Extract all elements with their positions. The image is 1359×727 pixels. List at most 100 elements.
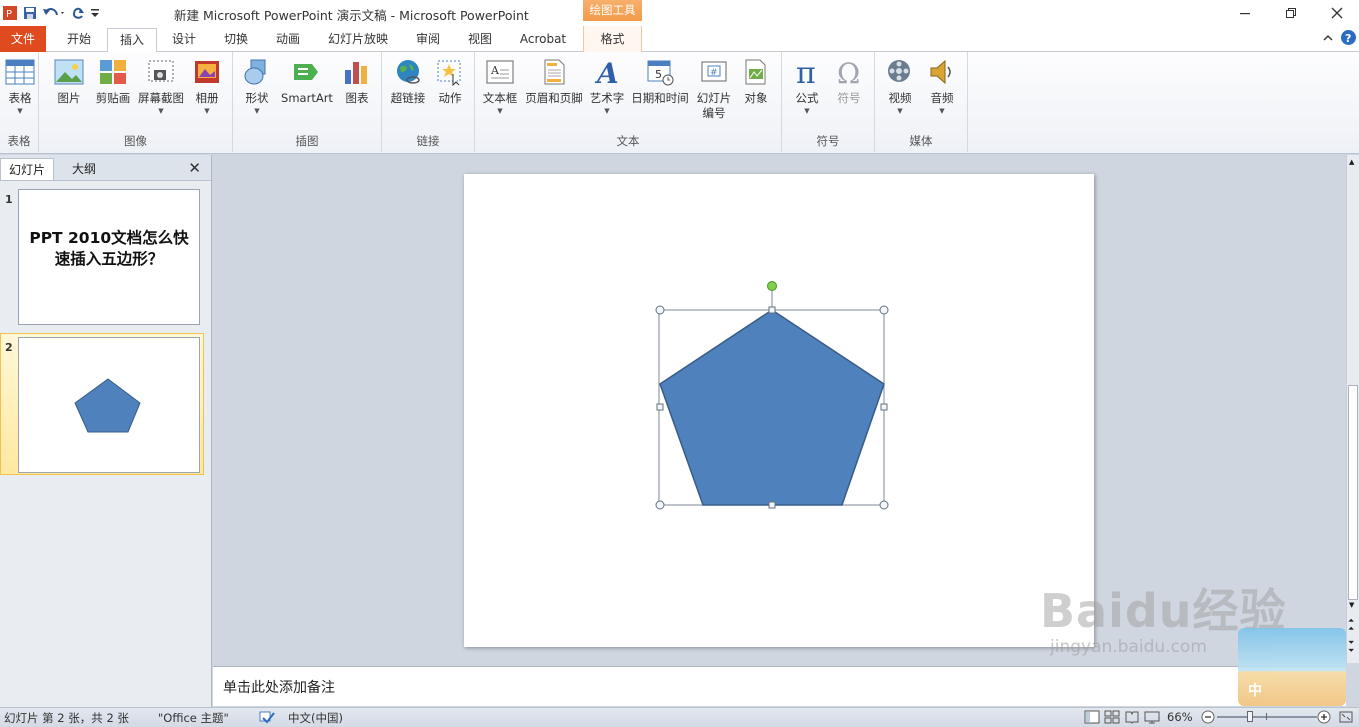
- tab-home[interactable]: 开始: [56, 28, 102, 52]
- slides-panel-tabs: 幻灯片 大纲 ✕: [0, 155, 211, 181]
- hyperlink-button[interactable]: 超链接: [386, 56, 430, 106]
- tab-animations[interactable]: 动画: [266, 28, 310, 52]
- slideshow-view-icon[interactable]: [1144, 710, 1160, 727]
- slide-sorter-icon[interactable]: [1104, 710, 1120, 727]
- vertical-scrollbar[interactable]: ▲ ▼ ⏶ ⏶ ⏷ ⏷: [1346, 155, 1359, 663]
- language-status[interactable]: 中文(中国): [288, 710, 343, 726]
- textbox-icon: A: [484, 56, 516, 88]
- spell-check-icon[interactable]: [258, 710, 276, 727]
- picture-icon: [53, 56, 85, 88]
- scroll-down-icon[interactable]: ▼: [1349, 601, 1354, 609]
- tab-format[interactable]: 格式: [583, 26, 642, 52]
- group-links: 超链接 动作 链接: [382, 52, 475, 152]
- notes-pane[interactable]: 单击此处添加备注: [213, 666, 1346, 706]
- tab-transitions[interactable]: 切换: [214, 28, 258, 52]
- zoom-level[interactable]: 66%: [1167, 710, 1193, 724]
- header-footer-icon: [538, 56, 570, 88]
- group-label-symbols: 符号: [816, 134, 840, 148]
- ime-skin-badge: 中: [1238, 628, 1346, 706]
- object-button[interactable]: 对象: [737, 56, 775, 106]
- shapes-button[interactable]: 形状 ▼: [239, 56, 275, 116]
- theme-status[interactable]: "Office 主题": [158, 710, 229, 726]
- tab-design[interactable]: 设计: [162, 28, 206, 52]
- tab-view[interactable]: 视图: [458, 28, 502, 52]
- ribbon-insert: 表格 ▼ 表格 图片 剪贴画 屏幕截图 ▼ 相册 ▼ 图像 形状 ▼ Smart…: [0, 52, 1359, 154]
- calendar-icon: 5: [644, 56, 676, 88]
- normal-view-icon[interactable]: [1084, 710, 1100, 727]
- action-button[interactable]: 动作: [432, 56, 468, 106]
- help-icon[interactable]: ?: [1340, 29, 1357, 49]
- album-button[interactable]: 相册 ▼: [189, 56, 225, 116]
- zoom-in-icon[interactable]: [1317, 710, 1331, 727]
- symbol-button[interactable]: Ω 符号: [830, 56, 868, 106]
- picture-button[interactable]: 图片: [51, 56, 87, 106]
- tab-insert[interactable]: 插入: [107, 28, 157, 53]
- textbox-button[interactable]: A 文本框 ▼: [479, 56, 521, 116]
- omega-icon: Ω: [833, 56, 865, 88]
- pentagon-shape[interactable]: [659, 309, 885, 506]
- table-button[interactable]: 表格 ▼: [2, 56, 38, 116]
- smartart-icon: [291, 56, 323, 88]
- quick-access-toolbar: P: [0, 2, 102, 24]
- zoom-out-icon[interactable]: [1201, 710, 1215, 727]
- reading-view-icon[interactable]: [1124, 710, 1140, 727]
- resize-handle-bottom[interactable]: [768, 501, 776, 509]
- chart-button[interactable]: 图表: [339, 56, 375, 106]
- datetime-button[interactable]: 5 日期和时间: [629, 56, 691, 106]
- resize-handle-bottom-right[interactable]: [879, 500, 889, 510]
- resize-handle-top[interactable]: [768, 306, 776, 314]
- close-icon[interactable]: [1322, 2, 1352, 24]
- slides-panel: 幻灯片 大纲 ✕ 1 PPT 2010文档怎么快 速插入五边形？ 2: [0, 155, 212, 707]
- scroll-up-icon[interactable]: ▲: [1349, 158, 1354, 166]
- slide-thumbnail-1[interactable]: PPT 2010文档怎么快 速插入五边形？: [18, 189, 200, 325]
- equation-button[interactable]: π 公式 ▼: [788, 56, 826, 116]
- screenshot-button[interactable]: 屏幕截图 ▼: [135, 56, 187, 116]
- redo-icon[interactable]: [68, 3, 88, 23]
- slide-thumbnail-2[interactable]: [18, 337, 200, 473]
- ime-mode-indicator[interactable]: 中: [1248, 680, 1262, 700]
- slide-number-icon: #: [698, 56, 730, 88]
- previous-slide-icon[interactable]: ⏶ ⏶: [1348, 617, 1354, 633]
- group-label-images: 图像: [124, 134, 147, 148]
- zoom-slider-thumb[interactable]: [1247, 711, 1253, 722]
- resize-handle-right[interactable]: [880, 403, 888, 411]
- minimize-icon[interactable]: [1230, 2, 1260, 24]
- customize-icon[interactable]: [88, 3, 102, 23]
- audio-button[interactable]: 音频 ▼: [923, 56, 961, 116]
- slide-editor[interactable]: [464, 174, 1094, 647]
- resize-handle-left[interactable]: [656, 403, 664, 411]
- svg-text:A: A: [594, 58, 619, 86]
- rotation-handle[interactable]: [767, 281, 777, 291]
- fit-to-window-icon[interactable]: [1338, 710, 1354, 727]
- powerpoint-logo-icon[interactable]: P: [0, 3, 20, 23]
- slide-number-button[interactable]: # 幻灯片 编号: [693, 56, 735, 121]
- tab-acrobat[interactable]: Acrobat: [510, 28, 576, 52]
- tab-outline[interactable]: 大纲: [64, 158, 104, 180]
- maximize-icon[interactable]: [1276, 2, 1306, 24]
- tab-slideshow[interactable]: 幻灯片放映: [318, 28, 398, 52]
- close-panel-icon[interactable]: ✕: [188, 159, 201, 177]
- group-label-media: 媒体: [909, 134, 933, 148]
- resize-handle-bottom-left[interactable]: [655, 500, 665, 510]
- resize-handle-top-left[interactable]: [655, 305, 665, 315]
- clipart-button[interactable]: 剪贴画: [91, 56, 135, 106]
- tab-review[interactable]: 审阅: [406, 28, 450, 52]
- wordart-button[interactable]: A 艺术字 ▼: [587, 56, 627, 116]
- chart-icon: [341, 56, 373, 88]
- smartart-button[interactable]: SmartArt: [279, 56, 335, 106]
- tab-file[interactable]: 文件: [0, 26, 46, 52]
- resize-handle-top-right[interactable]: [879, 305, 889, 315]
- zoom-slider[interactable]: [1217, 711, 1317, 722]
- undo-icon[interactable]: [40, 3, 68, 23]
- window-title: 新建 Microsoft PowerPoint 演示文稿 - Microsoft…: [174, 8, 529, 23]
- save-icon[interactable]: [20, 3, 40, 23]
- tab-slides[interactable]: 幻灯片: [0, 158, 55, 180]
- video-button[interactable]: 视频 ▼: [881, 56, 919, 116]
- scrollbar-thumb[interactable]: [1348, 385, 1358, 600]
- header-footer-button[interactable]: 页眉和页脚: [523, 56, 585, 106]
- title-bar: P 新建 Microsoft PowerPoint 演示文稿 - Microso…: [0, 0, 1359, 26]
- minimize-ribbon-icon[interactable]: [1322, 32, 1334, 47]
- group-images: 图片 剪贴画 屏幕截图 ▼ 相册 ▼ 图像: [39, 52, 233, 152]
- next-slide-icon[interactable]: ⏷ ⏷: [1348, 639, 1354, 655]
- action-icon: [434, 56, 466, 88]
